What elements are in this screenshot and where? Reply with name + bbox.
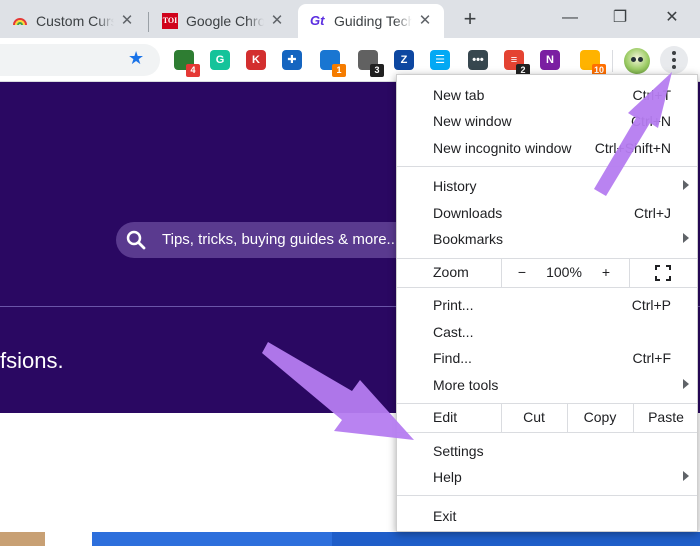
filter-icon[interactable]: ☰ <box>430 50 450 70</box>
menu-item-cast[interactable]: Cast... <box>397 319 697 345</box>
dot-icon <box>672 65 676 69</box>
menu-item-downloads[interactable]: Downloads Ctrl+J <box>397 200 697 226</box>
grammarly-icon[interactable]: G <box>210 50 230 70</box>
menu-item-settings[interactable]: Settings <box>397 438 697 464</box>
onenote-icon[interactable]: N <box>540 50 560 70</box>
fullscreen-icon[interactable] <box>655 265 671 281</box>
tab-title: Google Chrome <box>186 13 264 29</box>
zoom-out-button[interactable]: − <box>511 264 533 280</box>
zoom-in-button[interactable]: + <box>595 264 617 280</box>
thumbnail-strip <box>332 532 700 546</box>
menu-item-print[interactable]: Print... Ctrl+P <box>397 292 697 318</box>
puzzle-blue-icon[interactable]: ✚ <box>282 50 302 70</box>
search-placeholder: Tips, tricks, buying guides & more... <box>162 231 400 248</box>
cut-button[interactable]: Cut <box>502 409 566 425</box>
menu-item-new-incognito-window[interactable]: New incognito window Ctrl+Shift+N <box>397 135 697 161</box>
dot-icon <box>672 51 676 55</box>
new-tab-button[interactable]: + <box>458 8 482 32</box>
menu-zoom-row: Zoom − 100% + <box>397 259 697 287</box>
bookmark-star-icon[interactable]: ★ <box>128 48 144 68</box>
window-close-button[interactable]: ✕ <box>658 6 686 30</box>
close-icon[interactable]: ✕ <box>268 12 286 30</box>
chevron-right-icon <box>683 471 689 481</box>
tab-google-chrome[interactable]: TOI Google Chrome ✕ <box>150 4 296 38</box>
tab-divider <box>148 12 149 32</box>
site-search-bar[interactable]: Tips, tricks, buying guides & more... <box>116 222 416 258</box>
chrome-menu: New tab Ctrl+T New window Ctrl+N New inc… <box>396 74 698 532</box>
edit-label: Edit <box>433 409 458 425</box>
dot-icon <box>672 58 676 62</box>
toolbar-divider <box>612 50 613 72</box>
menu-separator <box>397 166 697 167</box>
menu-item-new-tab[interactable]: New tab Ctrl+T <box>397 82 697 108</box>
copy-button[interactable]: Copy <box>568 409 632 425</box>
search-icon <box>126 230 146 250</box>
menu-item-bookmarks[interactable]: Bookmarks <box>397 226 697 252</box>
menu-item-more-tools[interactable]: More tools <box>397 372 697 398</box>
chevron-right-icon <box>683 180 689 190</box>
zoom-divider <box>629 259 630 287</box>
tab-title: Custom Cursor for Chrome <box>36 13 114 29</box>
badge-count: 4 <box>186 64 200 77</box>
badge-count: 3 <box>370 64 384 77</box>
menu-separator <box>397 287 697 288</box>
menu-separator <box>397 495 697 496</box>
badge-count: 1 <box>332 64 346 77</box>
paste-button[interactable]: Paste <box>634 409 698 425</box>
z-extension-icon[interactable]: Z <box>394 50 414 70</box>
tab-guiding-tech[interactable]: Gt Guiding Tech ✕ <box>298 4 444 38</box>
zoom-label: Zoom <box>433 264 469 280</box>
dots-extension-icon[interactable]: ••• <box>468 50 488 70</box>
menu-item-find[interactable]: Find... Ctrl+F <box>397 345 697 371</box>
rainbow-icon <box>13 18 27 26</box>
menu-edit-row: Edit Cut Copy Paste <box>397 404 697 432</box>
thumbnail-strip <box>0 532 45 546</box>
restore-button[interactable]: ❐ <box>606 6 634 30</box>
thumbnail-strip <box>92 532 332 546</box>
chevron-right-icon <box>683 379 689 389</box>
close-icon[interactable]: ✕ <box>118 12 136 30</box>
zoom-divider <box>501 259 502 287</box>
tab-strip: Custom Cursor for Chrome ✕ TOI Google Ch… <box>0 0 700 38</box>
menu-kebab-button[interactable] <box>660 46 688 74</box>
tab-title: Guiding Tech <box>334 13 412 29</box>
menu-item-history[interactable]: History <box>397 173 697 199</box>
menu-item-exit[interactable]: Exit <box>397 503 697 529</box>
toi-icon: TOI <box>162 13 178 29</box>
gt-icon: Gt <box>310 13 325 28</box>
tab-custom-cursor[interactable]: Custom Cursor for Chrome ✕ <box>0 4 146 38</box>
menu-separator <box>397 432 697 433</box>
k-extension-icon[interactable]: K <box>246 50 266 70</box>
chevron-right-icon <box>683 233 689 243</box>
zoom-level: 100% <box>546 264 582 280</box>
minimize-button[interactable]: — <box>556 6 584 30</box>
menu-item-help[interactable]: Help <box>397 464 697 490</box>
menu-item-new-window[interactable]: New window Ctrl+N <box>397 108 697 134</box>
hero-text: fsions. <box>0 348 64 373</box>
close-icon[interactable]: ✕ <box>416 12 434 30</box>
avatar[interactable] <box>624 48 650 74</box>
